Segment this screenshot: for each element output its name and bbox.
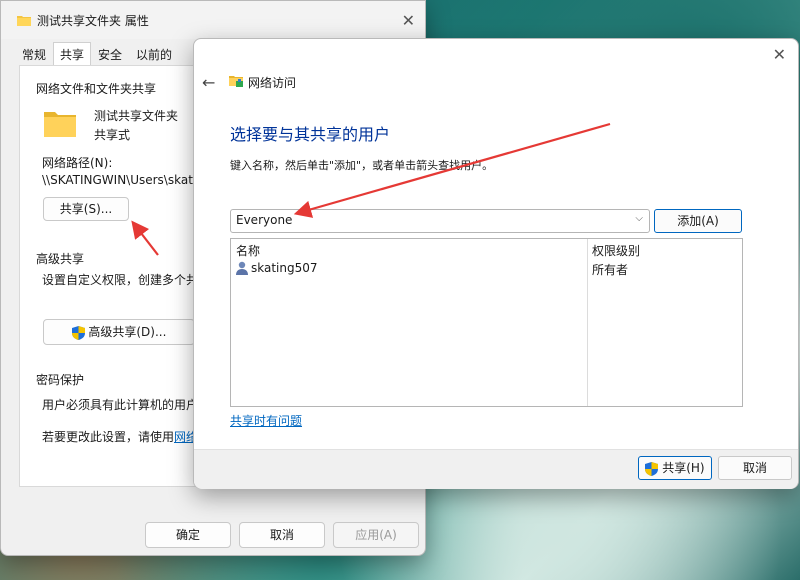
arrow-to-combo xyxy=(293,122,611,218)
annotation-arrows xyxy=(131,122,611,256)
arrow-to-share-button xyxy=(131,220,159,256)
